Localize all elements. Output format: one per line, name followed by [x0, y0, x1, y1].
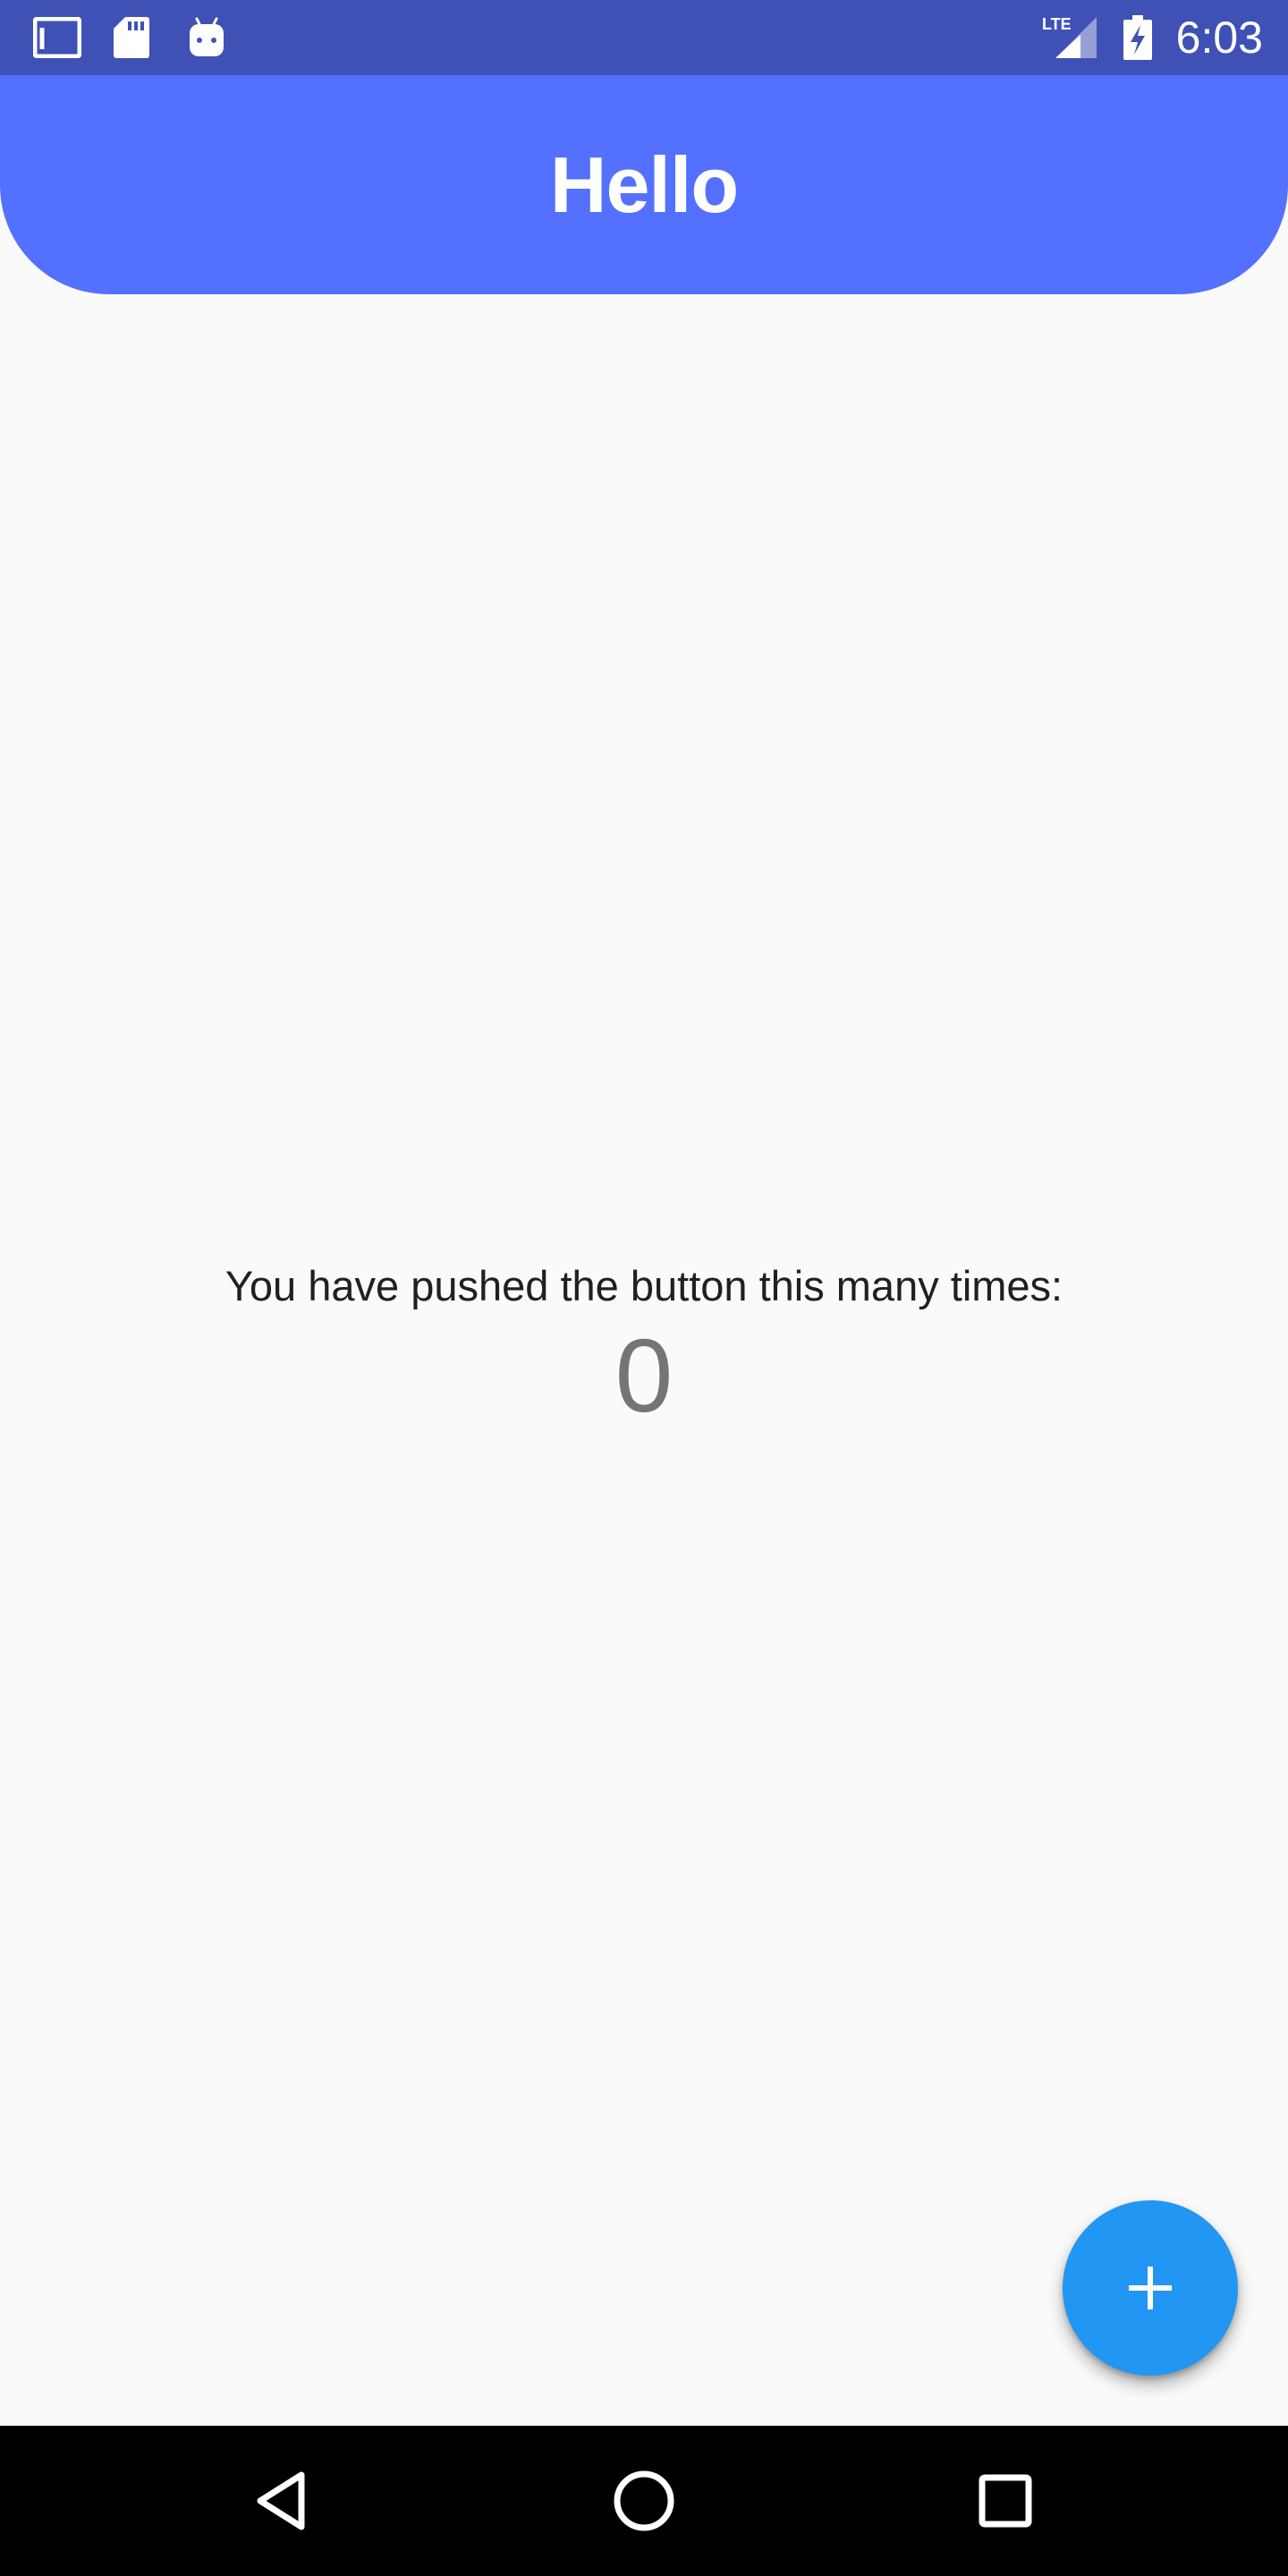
system-navigation-bar [0, 2426, 1288, 2576]
counter-value: 0 [614, 1318, 674, 1434]
gmail-icon [32, 0, 82, 75]
recents-icon [979, 2474, 1032, 2528]
increment-fab-button[interactable] [1063, 2200, 1238, 2376]
home-icon [614, 2470, 674, 2531]
nav-back-button[interactable] [208, 2426, 358, 2576]
status-bar: LTE 6:03 [0, 0, 1288, 75]
status-time: 6:03 [1175, 13, 1263, 63]
counter-section: You have pushed the button this many tim… [0, 1259, 1288, 1438]
app-bar-title: Hello [549, 140, 739, 229]
sd-card-icon [111, 0, 152, 75]
app-bar: Hello [0, 75, 1288, 294]
app-screen: LTE 6:03 Hello You have pushed the butto… [0, 0, 1288, 2576]
android-icon [184, 0, 229, 75]
counter-label: You have pushed the button this many tim… [225, 1262, 1063, 1309]
back-icon [257, 2471, 305, 2530]
lte-signal-icon: LTE [1041, 0, 1098, 75]
nav-recents-button[interactable] [930, 2426, 1080, 2576]
add-icon [1129, 2267, 1172, 2309]
nav-home-button[interactable] [569, 2426, 719, 2576]
battery-charging-icon [1120, 0, 1156, 75]
network-type: LTE [1042, 15, 1072, 33]
